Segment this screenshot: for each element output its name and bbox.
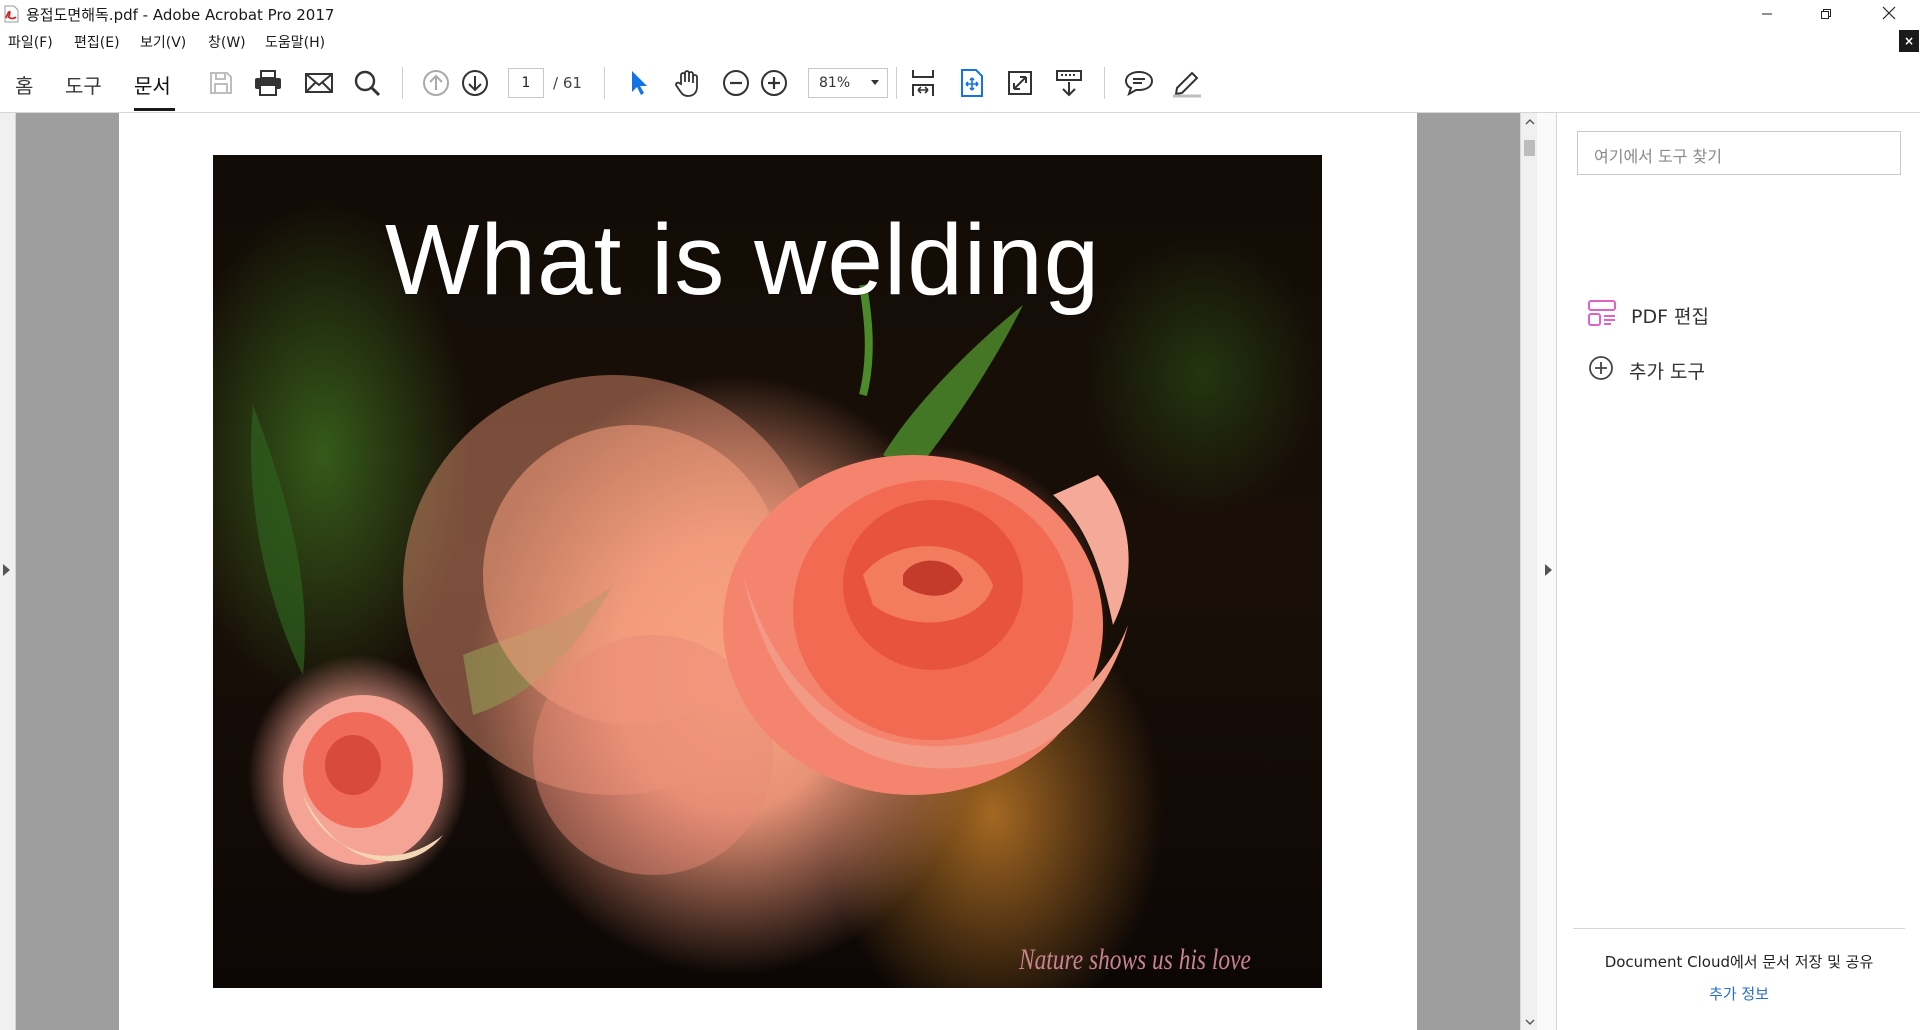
prev-page-icon[interactable] xyxy=(419,66,453,100)
fit-page-icon[interactable] xyxy=(955,66,989,100)
zoom-value: 81% xyxy=(819,75,851,91)
scroll-down-icon[interactable] xyxy=(1521,1013,1538,1030)
page-number-input[interactable]: 1 xyxy=(508,68,544,98)
toolbar-separator xyxy=(896,67,897,99)
minimize-button[interactable] xyxy=(1738,0,1796,29)
close-document-button[interactable]: × xyxy=(1899,30,1919,52)
tab-home[interactable]: 홈 xyxy=(15,70,33,99)
save-icon[interactable] xyxy=(204,66,238,100)
title-bar: 용접도면해독.pdf - Adobe Acrobat Pro 2017 xyxy=(0,0,1920,29)
toolbar-separator xyxy=(402,67,403,99)
window-title: 용접도면해독.pdf - Adobe Acrobat Pro 2017 xyxy=(26,6,335,24)
edit-pdf-icon xyxy=(1587,298,1617,332)
add-tool-icon xyxy=(1587,354,1615,386)
tool-edit-pdf-label: PDF 편집 xyxy=(1631,305,1710,328)
search-icon[interactable] xyxy=(350,66,384,100)
slide-title: What is welding xyxy=(385,204,1101,316)
tab-tools[interactable]: 도구 xyxy=(65,70,102,99)
comment-icon[interactable] xyxy=(1122,66,1156,100)
tab-document[interactable]: 문서 xyxy=(134,70,171,99)
highlight-pen-icon[interactable] xyxy=(1170,66,1204,100)
hand-tool-icon[interactable] xyxy=(671,66,705,100)
scroll-up-icon[interactable] xyxy=(1521,113,1538,130)
tool-add-tools-label: 추가 도구 xyxy=(1629,360,1705,383)
pdf-file-icon xyxy=(2,5,20,23)
minimize-icon xyxy=(1761,5,1773,24)
document-cloud-message: Document Cloud에서 문서 저장 및 공유 xyxy=(1604,953,1874,971)
close-icon xyxy=(1882,5,1896,24)
next-page-icon[interactable] xyxy=(458,66,492,100)
toolbar: 홈 도구 문서 1 / 61 81% xyxy=(0,54,1920,113)
restore-button[interactable] xyxy=(1797,0,1855,29)
learn-more-link[interactable]: 추가 정보 xyxy=(1573,983,1905,1004)
zoom-out-icon[interactable] xyxy=(719,66,753,100)
menu-window[interactable]: 창(W) xyxy=(208,32,246,52)
full-screen-icon[interactable] xyxy=(1003,66,1037,100)
slide-image: What is welding Nature shows us his love xyxy=(213,155,1322,988)
scrollbar-thumb[interactable] xyxy=(1524,140,1535,156)
page-total: / 61 xyxy=(553,74,582,92)
active-tab-indicator xyxy=(134,108,175,111)
menu-view[interactable]: 보기(V) xyxy=(140,32,186,52)
tool-add-tools[interactable]: 추가 도구 xyxy=(1587,353,1705,387)
print-icon[interactable] xyxy=(251,66,285,100)
toolbar-separator xyxy=(1104,67,1105,99)
restore-icon xyxy=(1820,5,1832,24)
toolbar-separator xyxy=(604,67,605,99)
vertical-scrollbar[interactable] xyxy=(1520,113,1537,1030)
menu-file[interactable]: 파일(F) xyxy=(8,32,53,52)
select-cursor-icon[interactable] xyxy=(622,66,656,100)
zoom-dropdown[interactable]: 81% xyxy=(808,68,888,98)
close-window-button[interactable] xyxy=(1860,0,1918,29)
tool-edit-pdf[interactable]: PDF 편집 xyxy=(1587,298,1709,332)
slide-caption: Nature shows us his love xyxy=(1019,943,1251,976)
menu-bar: 파일(F) 편집(E) 보기(V) 창(W) 도움말(H) × xyxy=(0,29,1920,54)
chevron-down-icon xyxy=(871,80,879,85)
menu-edit[interactable]: 편집(E) xyxy=(74,32,120,52)
collapse-right-pane-icon[interactable] xyxy=(1545,564,1552,576)
read-mode-icon[interactable] xyxy=(1052,66,1086,100)
pane-divider xyxy=(1573,928,1905,929)
email-icon[interactable] xyxy=(302,66,336,100)
zoom-in-icon[interactable] xyxy=(757,66,791,100)
expand-left-pane-icon[interactable] xyxy=(3,564,10,576)
menu-help[interactable]: 도움말(H) xyxy=(265,32,325,52)
tools-search-input[interactable]: 여기에서 도구 찾기 xyxy=(1577,131,1901,175)
scroll-mode-icon[interactable] xyxy=(906,66,940,100)
tools-pane: 여기에서 도구 찾기 PDF 편집 추가 도구 Document Cloud에서… xyxy=(1557,113,1920,1030)
